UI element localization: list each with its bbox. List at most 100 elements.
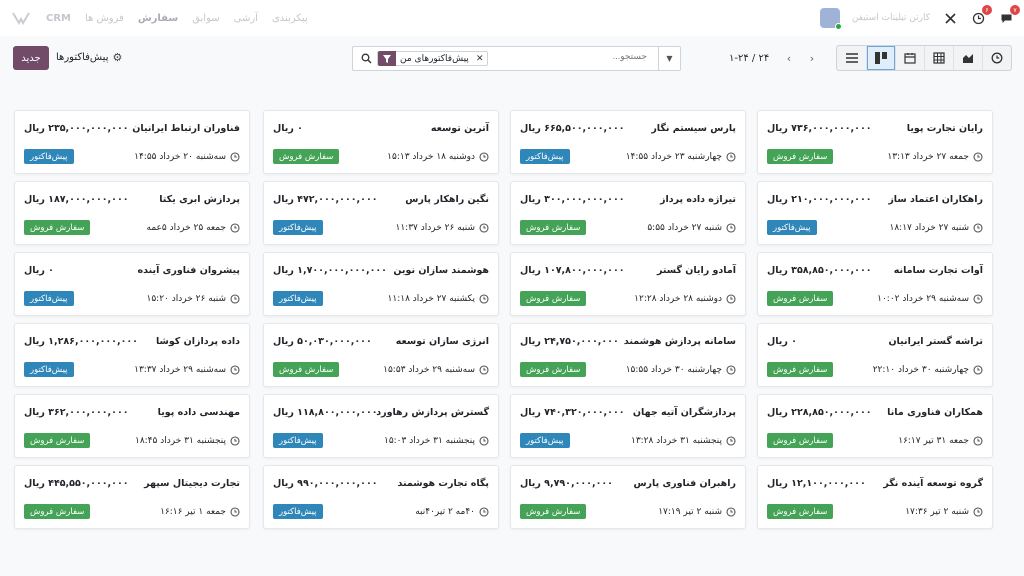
quotation-card[interactable]: هوشمند سازان نوین ۱,۷۰۰,۰۰۰,۰۰۰,۰۰۰ ریال ی… bbox=[263, 252, 499, 316]
quotation-card[interactable]: انرژی سازان توسعه ۵۰,۰۳۰,۰۰۰,۰۰۰ ریال سه‌ش… bbox=[263, 323, 499, 387]
new-button[interactable]: جدید bbox=[13, 46, 49, 70]
clock-icon[interactable] bbox=[230, 222, 240, 233]
quotation-card[interactable]: آترین توسعه ۰ ریال دوشنبه ۱۸ خرداد ۱۵:۱۳ سف… bbox=[263, 110, 499, 174]
status-badge: پیش‌فاکتور bbox=[273, 433, 323, 448]
user-avatar[interactable] bbox=[819, 8, 842, 30]
search-icon[interactable] bbox=[359, 51, 373, 65]
quotation-card[interactable]: آمادو رایان گستر ۱۰۷,۸۰۰,۰۰۰,۰۰۰ ریال دوشن… bbox=[510, 252, 746, 316]
customer-name: آمادو رایان گستر bbox=[656, 265, 736, 276]
quotation-card[interactable]: سامانه پردازش هوشمند ۲۴,۷۵۰,۰۰۰,۰۰۰ ریال چ… bbox=[510, 323, 746, 387]
chat-icon[interactable]: ۷ bbox=[998, 5, 1020, 26]
clock-icon[interactable] bbox=[726, 506, 736, 517]
customer-name: گروه توسعه آینده نگر bbox=[883, 478, 983, 489]
pager-value[interactable]: ۱-۲۴ / ۲۴ bbox=[729, 53, 769, 64]
debug-tools-icon[interactable] bbox=[942, 10, 958, 26]
clock-icon[interactable] bbox=[479, 506, 489, 517]
quotation-card[interactable]: تجارت دیجیتال سپهر ۴۴۵,۵۵۰,۰۰۰,۰۰۰ ریال جم… bbox=[14, 465, 250, 529]
clock-icon[interactable] bbox=[973, 506, 983, 517]
quotation-card[interactable]: پردازشگران آتیه جهان ۷۴۰,۳۲۰,۰۰۰,۰۰۰ ریال… bbox=[510, 394, 746, 458]
clock-icon[interactable] bbox=[230, 364, 240, 375]
quotation-date-text: ۴۰مه ۲ تیر۴۰نبه bbox=[415, 506, 475, 517]
pager-previous-button[interactable]: ‹ bbox=[780, 48, 798, 68]
quotation-card[interactable]: پیشروان فناوری آینده ۰ ریال شنبه ۲۶ خرداد … bbox=[14, 252, 250, 316]
kanban-view-icon[interactable] bbox=[866, 46, 895, 70]
gear-icon[interactable]: ⚙ bbox=[112, 51, 122, 64]
clock-icon[interactable] bbox=[726, 293, 736, 304]
search-options-toggle[interactable]: ▼ bbox=[658, 47, 680, 70]
clock-icon[interactable] bbox=[230, 293, 240, 304]
quotation-card[interactable]: همکاران فناوری مانا ۲۲۸,۸۵۰,۰۰۰,۰۰۰ ریال ج… bbox=[757, 394, 993, 458]
quotation-card[interactable]: تراشه گستر ایرانیان ۰ ریال چهارشنبه ۳۰ خرد… bbox=[757, 323, 993, 387]
clock-icon[interactable] bbox=[973, 435, 983, 446]
clock-icon[interactable] bbox=[230, 506, 240, 517]
graph-view-icon[interactable] bbox=[953, 46, 982, 70]
menu-item-history[interactable]: سوابق bbox=[192, 13, 219, 24]
list-view-icon[interactable] bbox=[837, 46, 866, 70]
clock-icon[interactable] bbox=[726, 364, 736, 375]
quotation-card[interactable]: تیراژه داده پرداز ۳۰۰,۰۰۰,۰۰۰,۰۰۰ ریال شنب… bbox=[510, 181, 746, 245]
clock-icon[interactable] bbox=[479, 151, 489, 162]
quotation-card[interactable]: پگاه تجارت هوشمند ۹۹۰,۰۰۰,۰۰۰,۰۰۰ ریال ۴۰م… bbox=[263, 465, 499, 529]
quotation-card[interactable]: پردازش ابری یکتا ۱۸۷,۰۰۰,۰۰۰,۰۰۰ ریال جمعه… bbox=[14, 181, 250, 245]
quotation-card[interactable]: پارس سیستم نگار ۶۶۵,۵۰۰,۰۰۰,۰۰۰ ریال چهارش… bbox=[510, 110, 746, 174]
quotation-date: دوشنبه ۲۸ خرداد ۱۲:۲۸ bbox=[634, 291, 736, 306]
menu-item-orders[interactable]: سفارش bbox=[138, 13, 178, 24]
clock-icon[interactable] bbox=[726, 151, 736, 162]
app-logo-icon[interactable] bbox=[10, 10, 32, 26]
status-badge: پیش‌فاکتور bbox=[273, 291, 323, 306]
quotation-card[interactable]: راهبران فناوری پارس ۹,۷۹۰,۰۰۰,۰۰۰ ریال شنب… bbox=[510, 465, 746, 529]
menu-item-archive[interactable]: آرشی bbox=[234, 13, 258, 24]
status-badge: سفارش فروش bbox=[24, 433, 91, 448]
calendar-view-icon[interactable] bbox=[895, 46, 924, 70]
company-switcher[interactable]: کارتن تیلیتات استیفن bbox=[852, 13, 930, 23]
search-input[interactable] bbox=[497, 51, 647, 61]
clock-icon[interactable] bbox=[973, 293, 983, 304]
quotation-date: جمعه ۱ تیر ۱۶:۱۶ bbox=[160, 504, 240, 519]
customer-name: نگین راهکار پارس bbox=[405, 194, 489, 205]
quotation-card[interactable]: گسترش پردازش رهاورد ۱۱۸,۸۰۰,۰۰۰,۰۰۰ ریال پ… bbox=[263, 394, 499, 458]
pivot-view-icon[interactable] bbox=[924, 46, 953, 70]
pager-next-button[interactable]: › bbox=[803, 48, 821, 68]
clock-icon[interactable] bbox=[973, 222, 983, 233]
quotation-card[interactable]: داده پردازان کوشا ۱,۲۸۶,۰۰۰,۰۰۰,۰۰۰ ریال س… bbox=[14, 323, 250, 387]
pager-range[interactable]: ۱-۲۴ bbox=[729, 53, 749, 64]
quotation-card[interactable]: فناوران ارتباط ایرانیان ۲۳۵,۰۰۰,۰۰۰,۰۰۰ ر… bbox=[14, 110, 250, 174]
quotation-card[interactable]: نگین راهکار پارس ۴۷۲,۰۰۰,۰۰۰,۰۰۰ ریال شنبه… bbox=[263, 181, 499, 245]
quotation-date: دوشنبه ۱۸ خرداد ۱۵:۱۳ bbox=[387, 149, 489, 164]
clock-icon[interactable] bbox=[230, 435, 240, 446]
customer-name: راهبران فناوری پارس bbox=[633, 478, 736, 489]
clock-icon[interactable] bbox=[479, 364, 489, 375]
quotation-date-text: دوشنبه ۲۸ خرداد ۱۲:۲۸ bbox=[634, 293, 722, 304]
clock-icon[interactable] bbox=[726, 435, 736, 446]
app-name[interactable]: CRM bbox=[46, 13, 71, 24]
activity-view-icon[interactable] bbox=[982, 46, 1011, 70]
quotation-card[interactable]: آوات تجارت سامانه ۳۵۸,۸۵۰,۰۰۰,۰۰۰ ریال سه‌… bbox=[757, 252, 993, 316]
navbar-left: CRM فروش ها سفارش سوابق آرشی پیکربندی bbox=[10, 0, 308, 36]
quotation-date-text: دوشنبه ۱۸ خرداد ۱۵:۱۳ bbox=[387, 151, 475, 162]
menu-item-sales[interactable]: فروش ها bbox=[85, 13, 124, 24]
quotation-date: جمعه ۲۷ خرداد ۱۳:۱۳ bbox=[887, 149, 983, 164]
status-badge: سفارش فروش bbox=[520, 362, 587, 377]
status-badge: پیش‌فاکتور bbox=[24, 149, 74, 164]
quotation-card[interactable]: گروه توسعه آینده نگر ۱۲,۱۰۰,۰۰۰,۰۰۰ ریال ش… bbox=[757, 465, 993, 529]
quotation-date-text: پنجشنبه ۳۱ خرداد ۱۵:۰۳ bbox=[383, 435, 475, 446]
clock-icon[interactable] bbox=[479, 222, 489, 233]
remove-facet-icon[interactable]: ✕ bbox=[473, 54, 487, 64]
quotation-date: شنبه ۲۷ خرداد ۵:۵۵ bbox=[647, 220, 736, 235]
clock-icon[interactable] bbox=[973, 364, 983, 375]
quotation-card[interactable]: رایان تجارت پویا ۷۳۶,۰۰۰,۰۰۰,۰۰۰ ریال جمعه… bbox=[757, 110, 993, 174]
online-status-icon bbox=[834, 23, 842, 30]
clock-icon[interactable] bbox=[479, 435, 489, 446]
activity-clock-icon[interactable]: ۶ bbox=[970, 5, 992, 26]
quotation-amount: ۰ ریال bbox=[767, 336, 797, 347]
quotation-card[interactable]: راهکاران اعتماد ساز ۲۱۰,۰۰۰,۰۰۰,۰۰۰ ریال ش… bbox=[757, 181, 993, 245]
quotation-card[interactable]: مهندسی داده پویا ۳۶۲,۰۰۰,۰۰۰,۰۰۰ ریال پنجش… bbox=[14, 394, 250, 458]
clock-icon[interactable] bbox=[479, 293, 489, 304]
clock-icon[interactable] bbox=[726, 222, 736, 233]
top-navbar: CRM فروش ها سفارش سوابق آرشی پیکربندی کا… bbox=[0, 0, 1024, 36]
clock-icon[interactable] bbox=[973, 151, 983, 162]
menu-item-config[interactable]: پیکربندی bbox=[272, 13, 308, 24]
quotation-date-text: جمعه ۱ تیر ۱۶:۱۶ bbox=[160, 506, 226, 517]
status-badge: پیش‌فاکتور bbox=[520, 149, 570, 164]
clock-icon[interactable] bbox=[230, 151, 240, 162]
